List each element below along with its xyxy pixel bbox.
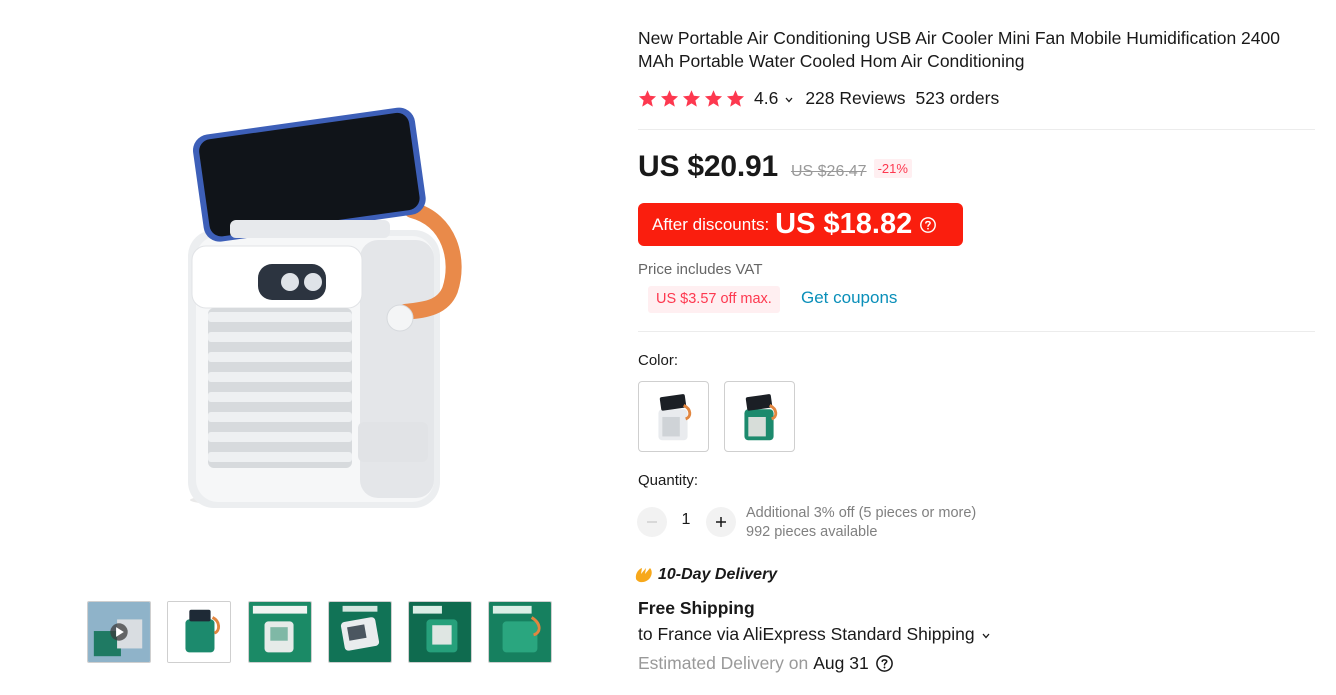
product-main-image[interactable] [150, 100, 480, 530]
help-icon[interactable] [875, 654, 894, 673]
chevron-down-icon [982, 633, 990, 639]
divider [638, 331, 1315, 332]
chevron-down-icon[interactable] [784, 95, 794, 105]
shipping-method-selector[interactable]: to France via AliExpress Standard Shippi… [638, 624, 991, 645]
get-coupons-link[interactable]: Get coupons [801, 288, 897, 308]
star-icon [638, 89, 657, 107]
free-shipping-label: Free Shipping [638, 598, 755, 618]
rating-row: 4.6 228 Reviews 523 orders [638, 86, 999, 110]
estimated-delivery: Estimated Delivery on Aug 31 [638, 653, 894, 674]
after-discount-price: US $18.82 [775, 208, 913, 240]
color-option-white[interactable] [638, 381, 709, 452]
thumbnail-water-tank[interactable] [248, 601, 312, 663]
coupon-tag[interactable]: US $3.57 off max. [648, 286, 780, 313]
thumbnail-top-view[interactable] [328, 601, 392, 663]
minus-icon [647, 521, 657, 523]
divider [638, 129, 1315, 130]
star-icon [682, 89, 701, 107]
star-icon [660, 89, 679, 107]
product-title: New Portable Air Conditioning USB Air Co… [638, 28, 1280, 71]
color-option-green[interactable] [724, 381, 795, 452]
quantity-info: Additional 3% off (5 pieces or more) 992… [746, 504, 976, 542]
after-discount-label: After discounts: [652, 214, 770, 234]
original-price: US $26.47 [790, 163, 867, 180]
price-row: US $20.91 US $26.47 -21% [638, 150, 912, 184]
star-icon [726, 89, 745, 107]
help-icon[interactable] [919, 216, 937, 234]
estimated-delivery-label: Estimated Delivery on [638, 653, 809, 673]
quantity-label: Quantity: [638, 472, 699, 489]
color-label: Color: [638, 352, 679, 369]
fast-delivery-icon [635, 568, 652, 583]
additional-discount-note: Additional 3% off (5 pieces or more) [746, 505, 977, 521]
thumbnail-video[interactable] [87, 601, 151, 663]
star-icon [704, 89, 723, 107]
estimated-delivery-date: Aug 31 [813, 653, 869, 673]
current-price: US $20.91 [638, 150, 778, 183]
vat-note: Price includes VAT [638, 261, 763, 278]
thumbnail-humidifier[interactable] [488, 601, 552, 663]
reviews-link[interactable]: 228 Reviews [805, 88, 905, 109]
rating-value[interactable]: 4.6 [754, 88, 778, 109]
pieces-available: 992 pieces available [746, 524, 878, 540]
shipping-route-text: to France via AliExpress Standard Shippi… [638, 624, 975, 644]
quantity-decrement-button[interactable] [637, 507, 667, 537]
thumbnail-green-cooler[interactable] [167, 601, 231, 663]
discount-badge: -21% [873, 159, 912, 178]
thumbnail-usb-cooler[interactable] [408, 601, 472, 663]
quantity-value[interactable]: 1 [676, 511, 696, 529]
quantity-increment-button[interactable] [706, 507, 736, 537]
delivery-badge-text: 10-Day Delivery [658, 566, 778, 583]
after-discount-banner: After discounts: US $18.82 [638, 203, 963, 246]
delivery-badge: 10-Day Delivery [633, 565, 777, 585]
orders-count: 523 orders [915, 87, 1000, 108]
plus-icon [716, 517, 726, 527]
